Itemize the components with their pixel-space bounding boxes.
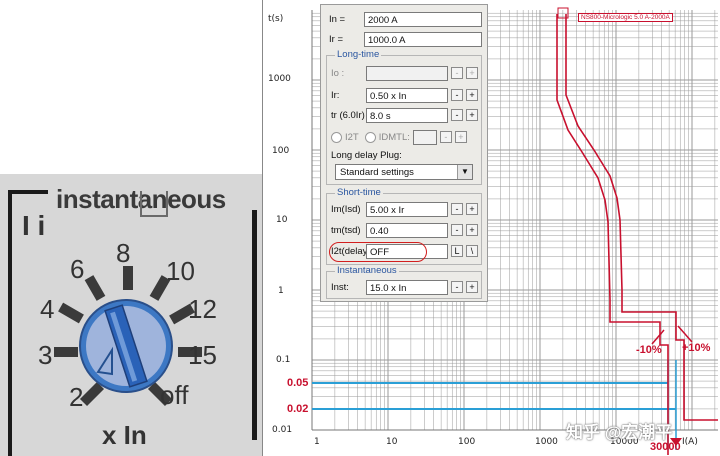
inst-label: Inst:: [331, 281, 349, 293]
in-field[interactable]: 2000 A: [364, 11, 482, 27]
idmtl-minus-button[interactable]: -: [439, 131, 452, 143]
im-field[interactable]: 5.00 x Ir: [366, 201, 448, 217]
im-minus-button[interactable]: -: [451, 203, 463, 215]
inst-field[interactable]: 15.0 x In: [366, 279, 448, 295]
trip-curve-max: [565, 14, 718, 421]
in-label: In =: [329, 13, 346, 25]
idmtl-radio-label: IDMTL:: [378, 131, 410, 143]
instantaneous-title: Instantaneous: [335, 265, 399, 276]
tm-minus-button[interactable]: -: [451, 224, 463, 236]
tm-plus-button[interactable]: +: [466, 224, 478, 236]
long-time-group: Long-time Io : - + Ir: 0.50 x In - + tr …: [326, 49, 482, 185]
im-label: Im(Isd): [331, 203, 361, 215]
inst-plus-button[interactable]: +: [466, 281, 478, 293]
tr-plus-button[interactable]: +: [466, 109, 478, 121]
minus-tol-pointer: [651, 329, 665, 345]
tr-field[interactable]: 8.0 s: [366, 107, 448, 123]
plug-label: Long delay Plug:: [331, 149, 402, 161]
io-field[interactable]: [366, 65, 448, 81]
ir-field[interactable]: 1000.0 A: [364, 31, 482, 47]
idmtl-plus-button[interactable]: +: [454, 131, 467, 143]
tr-row: tr (6.0Ir) 8.0 s - +: [331, 106, 478, 124]
instantaneous-group: Instantaneous Inst: 15.0 x In - +: [326, 265, 482, 299]
i2t-l-button[interactable]: L: [451, 245, 463, 257]
lt-ir-field[interactable]: 0.50 x In: [366, 87, 448, 103]
idmtl-field[interactable]: [412, 129, 437, 145]
tm-label: tm(tsd): [331, 224, 361, 236]
curve-type-row: I2T IDMTL: - +: [331, 128, 467, 146]
settings-dialog: In = 2000 A Ir = 1000.0 A Long-time Io :…: [320, 4, 488, 302]
io-plus-button[interactable]: +: [466, 67, 478, 79]
lt-ir-minus-button[interactable]: -: [451, 89, 463, 101]
im-row: Im(Isd) 5.00 x Ir - +: [331, 200, 478, 218]
tm-field[interactable]: 0.40: [366, 222, 448, 238]
i2t-radio-label: I2T: [345, 131, 359, 143]
lt-ir-plus-button[interactable]: +: [466, 89, 478, 101]
time-label-002: 0.02: [287, 403, 309, 415]
ir-label: Ir =: [329, 33, 343, 45]
in-row: In = 2000 A: [329, 10, 482, 28]
lt-ir-row: Ir: 0.50 x In - +: [331, 86, 478, 104]
inst-minus-button[interactable]: -: [451, 281, 463, 293]
plug-select-value: Standard settings: [340, 166, 414, 178]
long-time-title: Long-time: [335, 49, 382, 60]
inst-row: Inst: 15.0 x In - +: [331, 278, 478, 296]
plug-select[interactable]: Standard settings ▼: [335, 164, 473, 180]
minus-tolerance-label: -10%: [636, 344, 662, 356]
time-label-005: 0.05: [287, 377, 309, 389]
tr-label: tr (6.0Ir): [331, 109, 365, 121]
ir-row: Ir = 1000.0 A: [329, 30, 482, 48]
chevron-down-icon: ▼: [457, 165, 472, 179]
plus-tolerance-label: +10%: [682, 342, 711, 354]
im-plus-button[interactable]: +: [466, 203, 478, 215]
i2t-radio[interactable]: [331, 131, 342, 143]
io-label: Io :: [331, 67, 345, 79]
curve-tag: NS800-Micrologic 5.0 A-2000A: [578, 13, 673, 22]
idmtl-radio[interactable]: [364, 131, 376, 143]
watermark: 知乎 @宏潮平: [566, 423, 673, 442]
i2t-highlight: [329, 242, 427, 262]
io-row: Io : - +: [331, 64, 478, 82]
i2t-slash-button[interactable]: \: [466, 245, 478, 257]
trip-curve-min: [556, 14, 669, 455]
tm-row: tm(tsd) 0.40 - +: [331, 221, 478, 239]
short-time-title: Short-time: [335, 187, 383, 198]
short-time-group: Short-time Im(Isd) 5.00 x Ir - + tm(tsd)…: [326, 187, 482, 265]
io-minus-button[interactable]: -: [451, 67, 463, 79]
lt-ir-label: Ir:: [331, 89, 340, 101]
tr-minus-button[interactable]: -: [451, 109, 463, 121]
